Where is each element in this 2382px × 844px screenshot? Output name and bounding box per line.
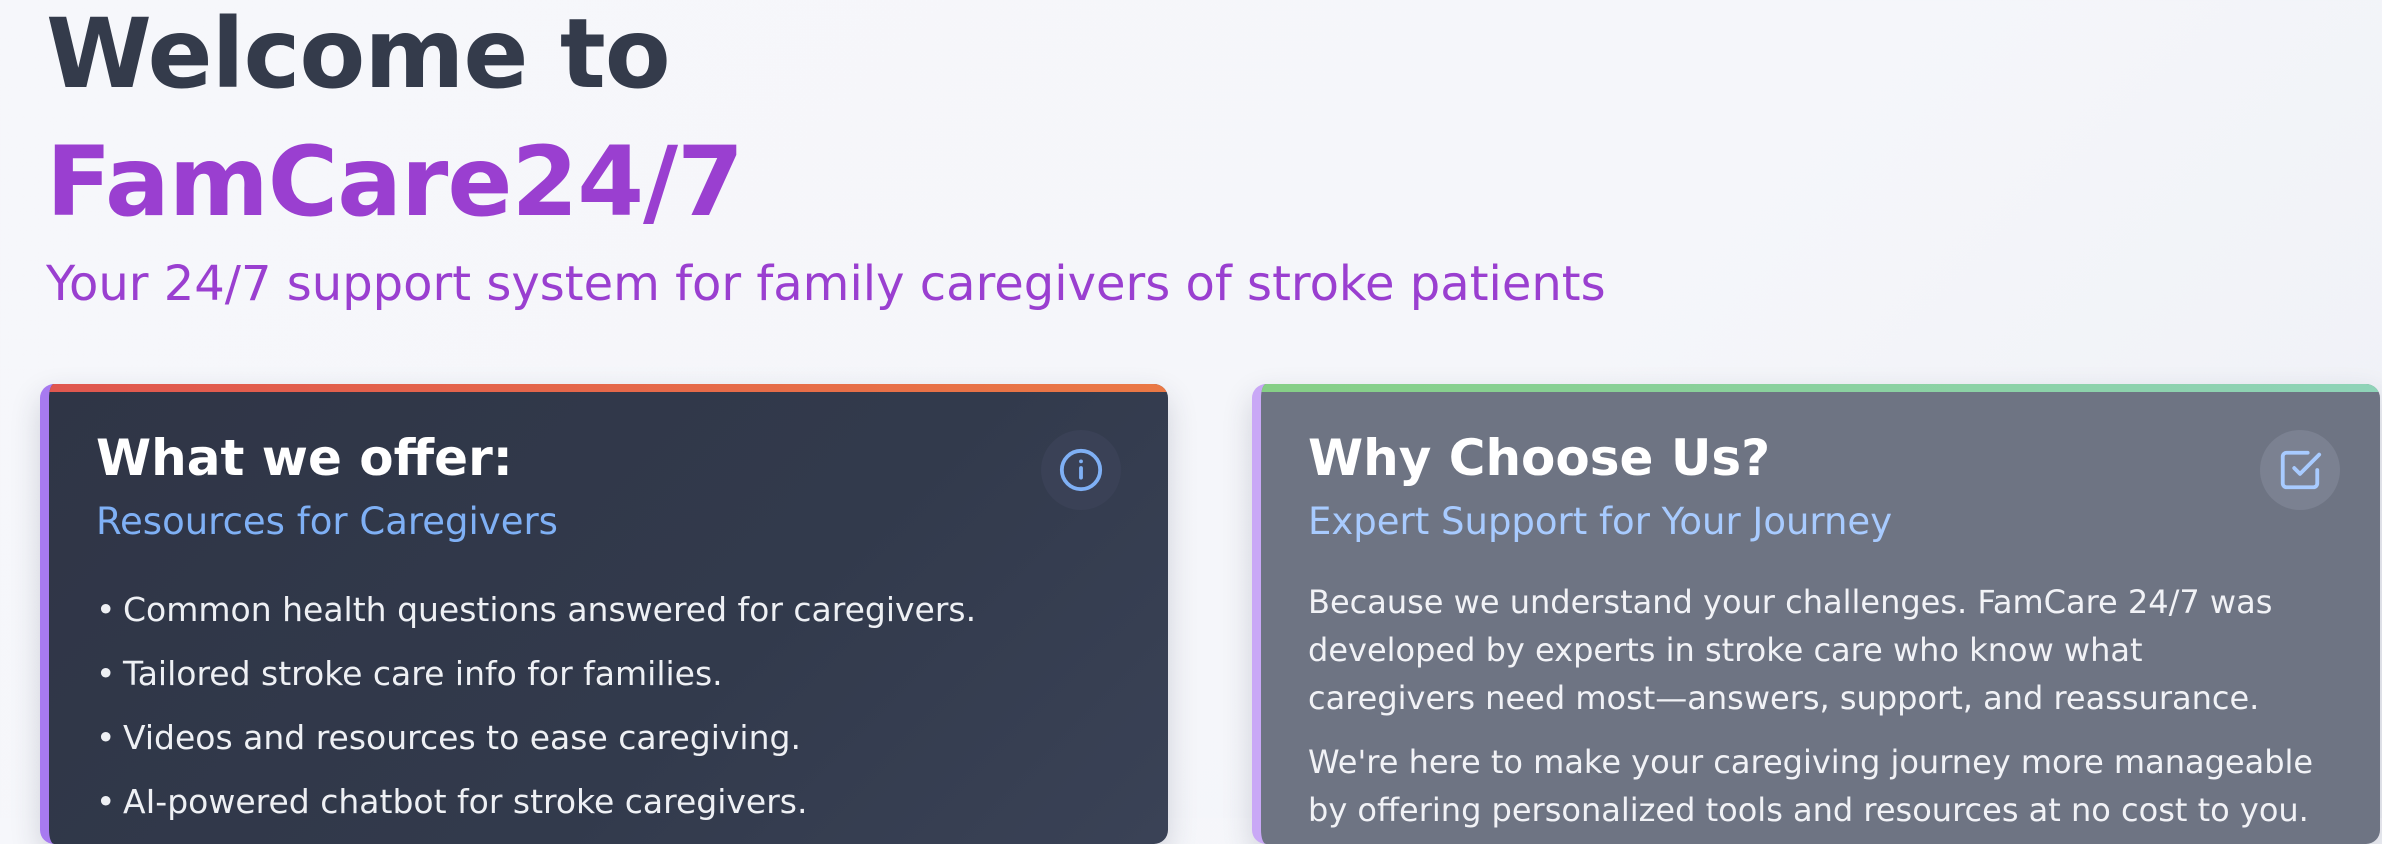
card-subtitle: Resources for Caregivers: [96, 500, 558, 543]
paragraph: We're here to make your caregiving journ…: [1308, 743, 2314, 829]
card-subtitle: Expert Support for Your Journey: [1308, 500, 1893, 543]
card-accent-bar: [1261, 384, 2380, 392]
card-title: What we offer:: [96, 429, 513, 487]
list-item: • Common health questions answered for ca…: [96, 590, 977, 629]
why-choose-us-card: Why Choose Us? Expert Support for Your J…: [1252, 384, 2380, 844]
card-title: Why Choose Us?: [1308, 429, 1771, 487]
hero-subtitle: Your 24/7 support system for family care…: [46, 256, 1606, 312]
why-description: Because we understand your challenges. F…: [1308, 578, 2318, 844]
list-item: • Videos and resources to ease caregiving…: [96, 718, 801, 757]
brand-name: FamCare24/7: [46, 126, 744, 238]
offer-list: • Common health questions answered for ca…: [96, 578, 976, 834]
hero-title: Welcome to FamCare24/7: [46, 0, 744, 246]
checkbox-icon: [2260, 430, 2340, 510]
what-we-offer-card: What we offer: Resources for Caregivers …: [40, 384, 1168, 844]
hero-title-line1: Welcome to: [46, 0, 671, 110]
paragraph: Because we understand your challenges. F…: [1308, 583, 2273, 717]
info-icon: [1041, 430, 1121, 510]
list-item: • AI-powered chatbot for stroke caregiver…: [96, 782, 808, 821]
card-accent-bar: [49, 384, 1168, 392]
list-item: • Tailored stroke care info for families.: [96, 654, 723, 693]
